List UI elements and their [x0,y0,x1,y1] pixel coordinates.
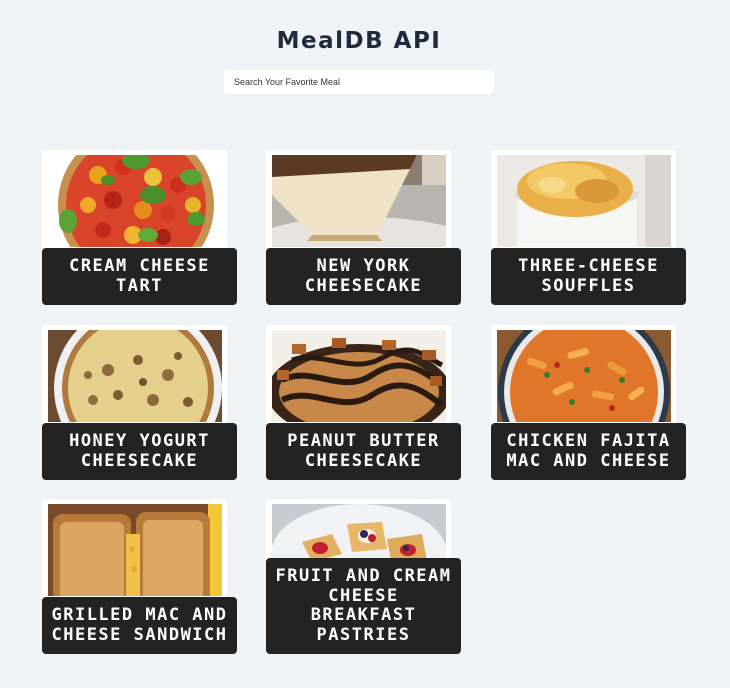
meal-image [48,330,222,422]
meal-title: Grilled Mac and Cheese Sandwich [42,597,237,654]
meal-card-chicken-fajita-mac-and-cheese[interactable]: Chicken Fajita Mac and Cheese [491,325,686,480]
meal-card-new-york-cheesecake[interactable]: New York Cheesecake [266,150,461,305]
meal-title: Three-cheese souffles [491,248,686,305]
search-input[interactable] [224,70,494,94]
page-title: MealDB API [276,28,442,54]
meal-card-honey-yogurt-cheesecake[interactable]: Honey Yogurt Cheesecake [42,325,237,480]
meal-title: Honey Yogurt Cheesecake [42,423,237,480]
meal-image [48,504,222,596]
meal-title: New York Cheesecake [266,248,461,305]
meal-card-cream-cheese-tart[interactable]: Cream Cheese Tart [42,150,237,305]
meal-title: Fruit and Cream Cheese Breakfast Pastrie… [266,558,461,654]
meal-image [272,330,446,422]
meal-card-peanut-butter-cheesecake[interactable]: Peanut Butter Cheesecake [266,325,461,480]
meal-title: Chicken Fajita Mac and Cheese [491,423,686,480]
meal-card-grilled-mac-and-cheese-sandwich[interactable]: Grilled Mac and Cheese Sandwich [42,499,237,654]
meal-image [497,155,671,247]
meal-card-fruit-and-cream-cheese-breakfast-pastries[interactable]: Fruit and Cream Cheese Breakfast Pastrie… [266,499,461,654]
meal-card-three-cheese-souffles[interactable]: Three-cheese souffles [491,150,686,305]
meal-title: Cream Cheese Tart [42,248,237,305]
meal-image [272,155,446,247]
meal-title: Peanut Butter Cheesecake [266,423,461,480]
meal-image [48,155,222,247]
meal-image [497,330,671,422]
